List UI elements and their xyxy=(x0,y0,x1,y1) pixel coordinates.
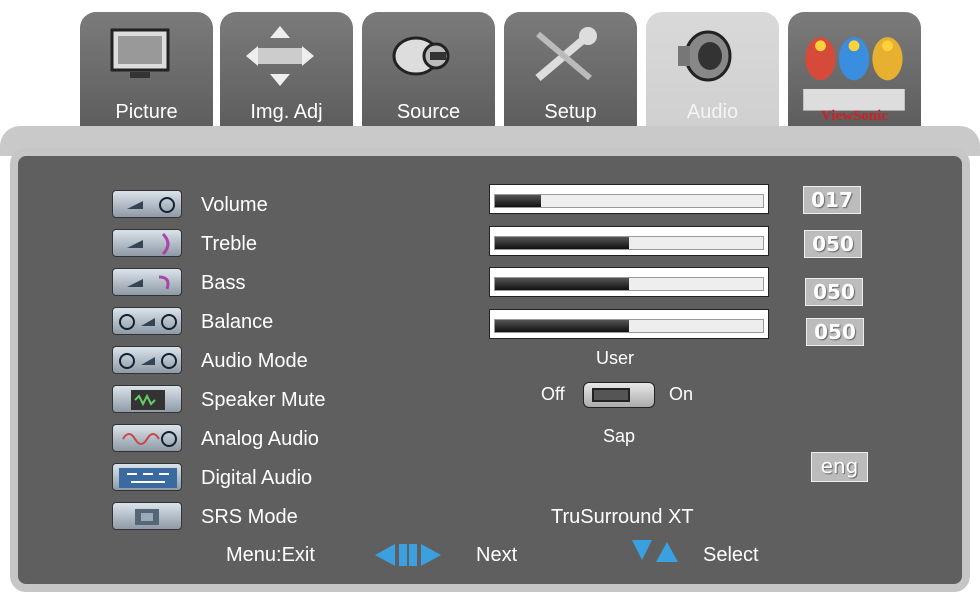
speaker-mute-on-label: On xyxy=(669,384,694,404)
bass-slider-fill xyxy=(495,278,629,290)
analog-audio-label: Analog Audio xyxy=(201,428,319,450)
digital-audio-icon xyxy=(112,463,182,491)
tab-picture[interactable]: Picture xyxy=(80,12,213,140)
left-right-arrows-icon xyxy=(375,544,441,566)
digital-audio-label: Digital Audio xyxy=(201,467,313,489)
treble-label: Treble xyxy=(201,233,257,255)
select-hint: Select xyxy=(703,544,759,566)
treble-value: 050 xyxy=(804,230,862,258)
balance-label: Balance xyxy=(201,311,274,333)
tab-label: Audio xyxy=(686,101,739,123)
balance-slider[interactable] xyxy=(489,309,769,339)
speaker-mute-label: Speaker Mute xyxy=(201,389,326,411)
audio-mode-icon xyxy=(112,346,182,374)
volume-slider[interactable] xyxy=(489,184,769,214)
wrench-icon xyxy=(535,27,597,82)
tab-audio[interactable]: Audio xyxy=(646,12,779,140)
toggle-knob xyxy=(592,388,630,402)
analog-audio-icon xyxy=(112,424,182,452)
speaker-mute-off-label: Off xyxy=(541,384,565,404)
volume-label: Volume xyxy=(201,194,268,216)
analog-audio-value[interactable]: Sap xyxy=(603,426,635,447)
monitor-icon xyxy=(110,28,170,78)
balance-slider-fill xyxy=(495,320,629,332)
up-down-arrows-icon xyxy=(632,540,678,562)
treble-icon xyxy=(112,229,182,257)
volume-value: 017 xyxy=(803,186,861,214)
arrows-icon xyxy=(246,26,314,86)
viewsonic-logo-text: ViewSonic xyxy=(821,108,888,124)
audio-mode-label: Audio Mode xyxy=(201,350,308,372)
digital-audio-value[interactable]: eng xyxy=(811,452,868,482)
speaker-mute-icon xyxy=(112,385,182,413)
srs-mode-label: SRS Mode xyxy=(201,506,298,528)
source-plug-icon xyxy=(392,36,450,76)
tab-source[interactable]: Source xyxy=(362,12,495,140)
tab-label: Img. Adj xyxy=(250,101,323,123)
balance-value: 050 xyxy=(806,318,864,346)
audio-mode-value[interactable]: User xyxy=(596,348,634,369)
tab-img-adj[interactable]: Img. Adj xyxy=(220,12,353,140)
next-hint: Next xyxy=(476,544,518,566)
balance-icon xyxy=(112,307,182,335)
menu-exit-hint: Menu:Exit xyxy=(226,544,315,566)
speaker-icon xyxy=(678,30,732,82)
tab-label: Source xyxy=(396,101,461,123)
srs-mode-icon xyxy=(112,502,182,530)
bass-icon xyxy=(112,268,182,296)
tab-viewsonic[interactable]: ViewSonic xyxy=(788,12,921,140)
volume-icon xyxy=(112,190,182,218)
srs-mode-value[interactable]: TruSurround XT xyxy=(551,506,694,529)
treble-slider[interactable] xyxy=(489,226,769,256)
bass-value: 050 xyxy=(805,278,863,306)
bass-slider[interactable] xyxy=(489,267,769,297)
tab-label: Setup xyxy=(544,101,597,123)
speaker-mute-toggle[interactable] xyxy=(583,382,655,408)
volume-slider-fill xyxy=(495,195,541,207)
bass-label: Bass xyxy=(201,272,246,294)
tab-setup[interactable]: Setup xyxy=(504,12,637,140)
tab-label: Picture xyxy=(115,101,178,123)
treble-slider-fill xyxy=(495,237,629,249)
